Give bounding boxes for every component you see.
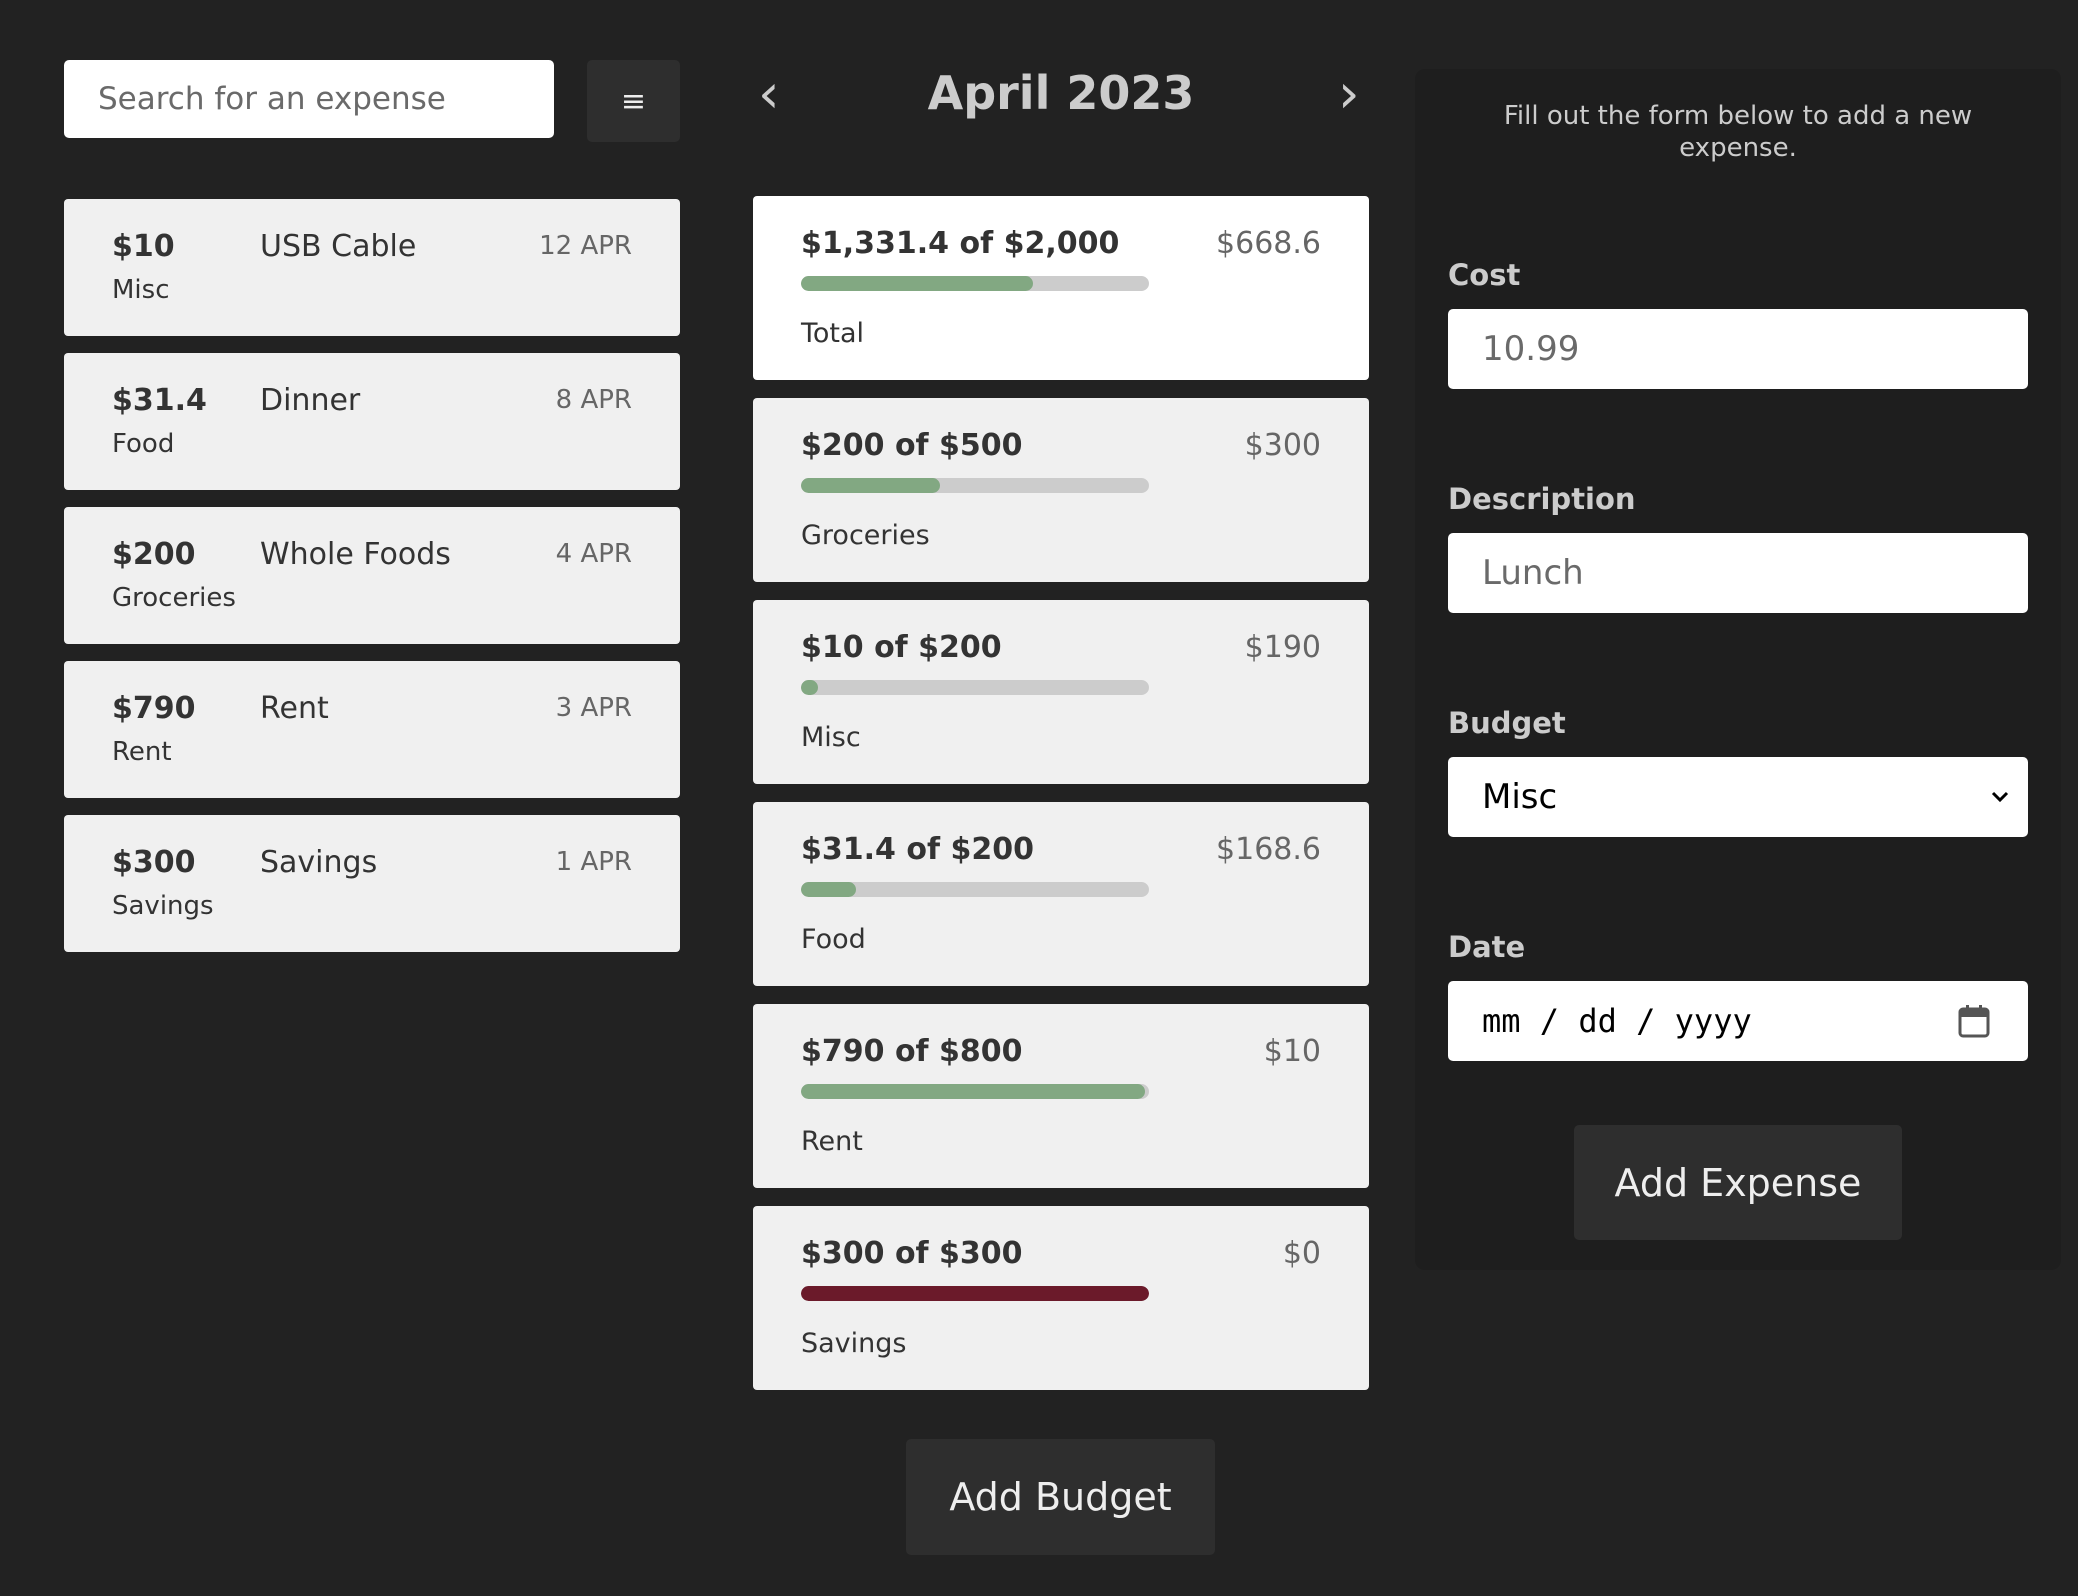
budget-progress-fill bbox=[801, 1084, 1145, 1099]
add-expense-button[interactable]: Add Expense bbox=[1574, 1125, 1902, 1240]
expense-date: 4 APR bbox=[555, 539, 632, 569]
budget-name: Food bbox=[801, 924, 866, 955]
budget-card[interactable]: $200 of $500 $300 Groceries bbox=[753, 398, 1369, 582]
budget-select[interactable]: Misc bbox=[1448, 757, 2028, 837]
next-month-button[interactable]: › bbox=[1338, 64, 1360, 124]
budget-name: Rent bbox=[801, 1126, 863, 1157]
search-input[interactable] bbox=[64, 60, 554, 138]
date-input[interactable]: mm / dd / yyyy bbox=[1448, 981, 2028, 1061]
budget-progress-bar bbox=[801, 1286, 1149, 1301]
hamburger-icon: ≡ bbox=[620, 83, 647, 119]
expense-description: USB Cable bbox=[260, 229, 417, 264]
description-label: Description bbox=[1448, 482, 1636, 516]
budget-spent: $10 of $200 bbox=[801, 630, 1002, 665]
budget-remaining: $0 bbox=[1282, 1236, 1321, 1271]
budget-remaining: $300 bbox=[1244, 428, 1321, 463]
month-title: April 2023 bbox=[927, 66, 1195, 120]
budget-progress-bar bbox=[801, 1084, 1149, 1099]
expense-date: 3 APR bbox=[555, 693, 632, 723]
budget-spent: $31.4 of $200 bbox=[801, 832, 1034, 867]
add-expense-panel bbox=[1415, 69, 2061, 1270]
budget-progress-fill bbox=[801, 882, 856, 897]
budget-label: Budget bbox=[1448, 706, 1566, 740]
date-placeholder: mm / dd / yyyy bbox=[1482, 1002, 1752, 1040]
expense-date: 8 APR bbox=[555, 385, 632, 415]
budget-name: Savings bbox=[801, 1328, 907, 1359]
expense-category: Food bbox=[112, 429, 175, 459]
expense-amount: $300 bbox=[112, 845, 196, 880]
budget-remaining: $668.6 bbox=[1216, 226, 1321, 261]
budget-progress-bar bbox=[801, 276, 1149, 291]
expense-amount: $200 bbox=[112, 537, 196, 572]
expense-category: Misc bbox=[112, 275, 170, 305]
expense-category: Groceries bbox=[112, 583, 236, 613]
form-intro: Fill out the form below to add a new exp… bbox=[1503, 101, 1973, 163]
expense-category: Rent bbox=[112, 737, 172, 767]
budget-name: Groceries bbox=[801, 520, 930, 551]
expense-amount: $31.4 bbox=[112, 383, 207, 418]
expense-description: Whole Foods bbox=[260, 537, 451, 572]
expense-description: Rent bbox=[260, 691, 329, 726]
add-budget-button[interactable]: Add Budget bbox=[906, 1439, 1215, 1555]
cost-label: Cost bbox=[1448, 258, 1521, 292]
budget-remaining: $190 bbox=[1244, 630, 1321, 665]
expense-description: Savings bbox=[260, 845, 378, 880]
expense-item[interactable]: $790 Rent Rent 3 APR bbox=[64, 661, 680, 798]
budget-progress-bar bbox=[801, 478, 1149, 493]
budget-card[interactable]: $10 of $200 $190 Misc bbox=[753, 600, 1369, 784]
expense-date: 12 APR bbox=[539, 231, 632, 261]
budget-progress-fill bbox=[801, 478, 941, 493]
budget-remaining: $168.6 bbox=[1216, 832, 1321, 867]
expense-item[interactable]: $31.4 Food Dinner 8 APR bbox=[64, 353, 680, 490]
budget-name: Total bbox=[801, 318, 865, 349]
date-label: Date bbox=[1448, 930, 1526, 964]
expense-category: Savings bbox=[112, 891, 214, 921]
budget-spent: $790 of $800 bbox=[801, 1034, 1023, 1069]
expense-item[interactable]: $200 Groceries Whole Foods 4 APR bbox=[64, 507, 680, 644]
expense-description: Dinner bbox=[260, 383, 361, 418]
expense-amount: $790 bbox=[112, 691, 196, 726]
budget-progress-bar bbox=[801, 680, 1149, 695]
chevron-down-icon bbox=[1991, 791, 2009, 803]
description-input[interactable]: Lunch bbox=[1448, 533, 2028, 613]
budget-name: Misc bbox=[801, 722, 861, 753]
budget-progress-fill bbox=[801, 680, 819, 695]
cost-placeholder: 10.99 bbox=[1482, 329, 1580, 369]
budget-card[interactable]: $300 of $300 $0 Savings bbox=[753, 1206, 1369, 1390]
budget-progress-fill bbox=[801, 1286, 1149, 1301]
calendar-icon[interactable] bbox=[1958, 1004, 1990, 1038]
expense-date: 1 APR bbox=[555, 847, 632, 877]
budget-card[interactable]: $31.4 of $200 $168.6 Food bbox=[753, 802, 1369, 986]
expense-item[interactable]: $10 Misc USB Cable 12 APR bbox=[64, 199, 680, 336]
budget-spent: $200 of $500 bbox=[801, 428, 1023, 463]
budget-spent: $300 of $300 bbox=[801, 1236, 1023, 1271]
budget-progress-bar bbox=[801, 882, 1149, 897]
expense-item[interactable]: $300 Savings Savings 1 APR bbox=[64, 815, 680, 952]
chevron-right-icon: › bbox=[1338, 62, 1360, 125]
budget-card[interactable]: $790 of $800 $10 Rent bbox=[753, 1004, 1369, 1188]
cost-input[interactable]: 10.99 bbox=[1448, 309, 2028, 389]
description-placeholder: Lunch bbox=[1482, 553, 1584, 593]
expense-amount: $10 bbox=[112, 229, 175, 264]
budget-selected-value: Misc bbox=[1482, 777, 1558, 817]
menu-button[interactable]: ≡ bbox=[587, 60, 680, 142]
budget-progress-fill bbox=[801, 276, 1033, 291]
budget-spent: $1,331.4 of $2,000 bbox=[801, 226, 1120, 261]
budget-remaining: $10 bbox=[1263, 1034, 1321, 1069]
budget-card[interactable]: $1,331.4 of $2,000 $668.6 Total bbox=[753, 196, 1369, 380]
